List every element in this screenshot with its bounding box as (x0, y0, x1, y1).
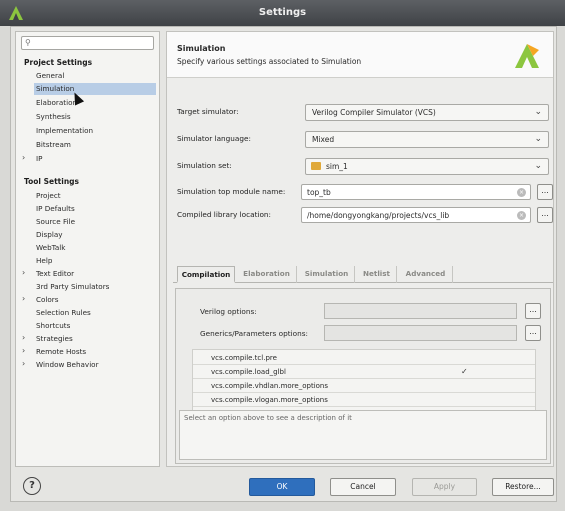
table-row[interactable]: vcs.compile.vhdlan.more_options (193, 380, 535, 393)
options-tabs: Compilation Elaboration Simulation Netli… (173, 266, 553, 283)
option-description-hint: Select an option above to see a descript… (184, 414, 352, 422)
compiled-library-value: /home/dongyongkang/projects/vcs_lib (307, 211, 450, 220)
sidebar-item-strategies[interactable]: Strategies (36, 333, 73, 345)
target-simulator-value: Verilog Compiler Simulator (VCS) (312, 108, 436, 117)
sidebar-item-window-behavior[interactable]: Window Behavior (36, 359, 99, 371)
compiled-library-label: Compiled library location: (177, 210, 272, 219)
page-title: Simulation (177, 44, 226, 53)
tab-simulation[interactable]: Simulation (299, 266, 355, 283)
table-row[interactable]: vcs.compile.tcl.pre (193, 352, 535, 365)
settings-dialog: ⚲ Project Settings General Simulation El… (10, 26, 557, 502)
option-description-box: Select an option above to see a descript… (179, 410, 547, 460)
chevron-down-icon: ⌄ (534, 134, 542, 144)
generics-options-button[interactable]: ... (525, 325, 541, 341)
verilog-options-label: Verilog options: (200, 307, 257, 316)
target-simulator-label: Target simulator: (177, 107, 239, 116)
generics-options-input[interactable] (324, 325, 517, 341)
page-header: Simulation Specify various settings asso… (167, 32, 553, 78)
sidebar-item-display[interactable]: Display (36, 229, 63, 241)
sidebar-item-implementation[interactable]: Implementation (36, 125, 93, 137)
chevron-right-icon[interactable]: › (22, 153, 32, 162)
option-name: vcs.compile.load_glbl (211, 368, 286, 376)
option-name: vcs.compile.tcl.pre (211, 354, 277, 362)
verilog-options-input[interactable] (324, 303, 517, 319)
window-title: Settings (258, 7, 307, 18)
help-icon[interactable]: ? (23, 477, 41, 495)
settings-sidebar: ⚲ Project Settings General Simulation El… (15, 31, 160, 467)
sidebar-item-source-file[interactable]: Source File (36, 216, 75, 228)
chevron-right-icon[interactable]: › (22, 346, 32, 355)
folder-icon (311, 162, 321, 170)
tab-advanced[interactable]: Advanced (399, 266, 453, 283)
sidebar-item-ip-defaults[interactable]: IP Defaults (36, 203, 75, 215)
settings-content: Simulation Specify various settings asso… (166, 31, 554, 467)
top-module-input[interactable]: top_tb × (301, 184, 531, 200)
simulation-set-select[interactable]: sim_1 ⌄ (305, 158, 549, 175)
check-icon[interactable]: ✓ (461, 367, 468, 376)
top-module-value: top_tb (307, 188, 331, 197)
sidebar-item-webtalk[interactable]: WebTalk (36, 242, 65, 254)
sidebar-item-synthesis[interactable]: Synthesis (36, 111, 71, 123)
sidebar-item-ip[interactable]: IP (36, 153, 42, 165)
sidebar-item-3rd-party-simulators[interactable]: 3rd Party Simulators (36, 281, 109, 293)
page-description: Specify various settings associated to S… (177, 57, 362, 66)
top-module-browse-button[interactable]: ... (537, 184, 553, 200)
sidebar-item-project[interactable]: Project (36, 190, 61, 202)
search-box[interactable]: ⚲ (21, 36, 154, 50)
top-module-label: Simulation top module name: (177, 187, 286, 196)
generics-options-label: Generics/Parameters options: (200, 329, 308, 338)
compiled-library-browse-button[interactable]: ... (537, 207, 553, 223)
sidebar-item-bitstream[interactable]: Bitstream (36, 139, 71, 151)
tab-netlist[interactable]: Netlist (357, 266, 397, 283)
cancel-button[interactable]: Cancel (330, 478, 396, 496)
chevron-right-icon[interactable]: › (22, 268, 32, 277)
chevron-right-icon[interactable]: › (22, 333, 32, 342)
sidebar-item-simulation[interactable]: Simulation (34, 83, 156, 95)
search-input[interactable] (36, 38, 146, 48)
project-settings-heading: Project Settings (24, 58, 93, 67)
verilog-options-button[interactable]: ... (525, 303, 541, 319)
title-bar: Settings (0, 0, 565, 26)
sidebar-item-colors[interactable]: Colors (36, 294, 59, 306)
sidebar-item-selection-rules[interactable]: Selection Rules (36, 307, 91, 319)
simulator-language-value: Mixed (312, 135, 335, 144)
table-row[interactable]: vcs.compile.load_glbl ✓ (193, 366, 535, 379)
option-name: vcs.compile.vhdlan.more_options (211, 382, 329, 390)
simulator-language-label: Simulator language: (177, 134, 251, 143)
chevron-down-icon: ⌄ (534, 107, 542, 117)
tab-compilation[interactable]: Compilation (177, 266, 235, 283)
sidebar-item-shortcuts[interactable]: Shortcuts (36, 320, 70, 332)
sidebar-item-general[interactable]: General (36, 70, 64, 82)
apply-button[interactable]: Apply (412, 478, 477, 496)
clear-icon[interactable]: × (517, 188, 526, 197)
vivado-logo-icon (515, 44, 539, 68)
search-icon: ⚲ (25, 38, 31, 47)
compiled-library-input[interactable]: /home/dongyongkang/projects/vcs_lib × (301, 207, 531, 223)
restore-button[interactable]: Restore... (492, 478, 554, 496)
chevron-right-icon[interactable]: › (22, 294, 32, 303)
tool-settings-heading: Tool Settings (24, 177, 80, 186)
simulation-set-value: sim_1 (326, 162, 348, 171)
options-table: vcs.compile.tcl.pre vcs.compile.load_glb… (192, 349, 536, 417)
sidebar-item-text-editor[interactable]: Text Editor (36, 268, 74, 280)
table-row[interactable]: vcs.compile.vlogan.more_options (193, 394, 535, 407)
tab-elaboration[interactable]: Elaboration (237, 266, 297, 283)
simulation-set-label: Simulation set: (177, 161, 232, 170)
sidebar-item-help[interactable]: Help (36, 255, 52, 267)
chevron-down-icon: ⌄ (534, 161, 542, 171)
clear-icon[interactable]: × (517, 211, 526, 220)
simulator-language-select[interactable]: Mixed ⌄ (305, 131, 549, 148)
target-simulator-select[interactable]: Verilog Compiler Simulator (VCS) ⌄ (305, 104, 549, 121)
sidebar-item-remote-hosts[interactable]: Remote Hosts (36, 346, 86, 358)
ok-button[interactable]: OK (249, 478, 315, 496)
chevron-right-icon[interactable]: › (22, 359, 32, 368)
option-name: vcs.compile.vlogan.more_options (211, 396, 328, 404)
